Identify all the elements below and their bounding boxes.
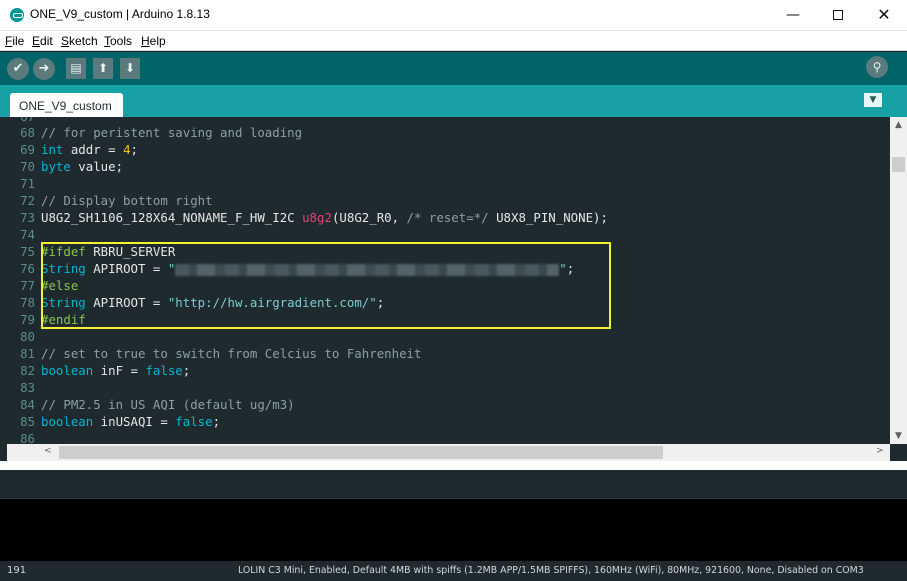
message-area [0,470,907,499]
arrow-up-icon: ⬆ [97,61,109,75]
code-line: 84 // PM2.5 in US AQI (default ug/m3) [7,396,887,413]
tab-bar: ONE_V9_custom [0,85,907,117]
document-icon: ▤ [70,61,82,75]
arrow-right-icon: ➜ [38,61,50,76]
tab-label: ONE_V9_custom [19,99,112,113]
tab-menu-button[interactable]: ▼ [864,93,882,107]
open-sketch-button[interactable]: ⬆ [93,58,113,79]
code-editor[interactable]: 67 68// for peristent saving and loading… [7,117,890,444]
menu-tools[interactable]: Tools [104,34,132,48]
panel-divider[interactable] [0,461,907,470]
menu-file[interactable]: File [5,34,24,48]
menu-sketch[interactable]: Sketch [61,34,98,48]
code-text: // for peristent saving and loading [41,125,303,140]
code-text: U8G2_SH1106_128X64_NONAME_F_HW_I2C u8g2(… [41,210,608,225]
highlight-annotation-box [41,242,611,329]
code-text: // set to true to switch from Celcius to… [41,346,422,361]
checkmark-icon: ✔ [12,61,24,76]
line-number: 68 [20,125,35,140]
code-line: 70 byte value; [7,158,887,175]
upload-button[interactable]: ➜ [33,58,55,80]
code-line: 68 // for peristent saving and loading [7,124,887,141]
new-sketch-button[interactable]: ▤ [66,58,86,79]
minimize-button[interactable]: — [770,0,816,31]
line-number: 86 [20,431,35,444]
code-text: // PM2.5 in US AQI (default ug/m3) [41,397,295,412]
serial-monitor-button[interactable]: ⚲ [866,56,888,78]
horizontal-scroll-thumb[interactable] [59,446,663,459]
code-text: boolean inUSAQI = false; [41,414,221,429]
code-line: 81 // set to true to switch from Celcius … [7,345,887,362]
scroll-down-icon[interactable]: ▼ [890,431,907,441]
line-number: 74 [20,227,35,242]
code-line: 71 [7,175,887,192]
menu-help[interactable]: Help [141,34,166,48]
line-number: 72 [20,193,35,208]
status-bar: 191 LOLIN C3 Mini, Enabled, Default 4MB … [0,561,907,581]
line-number: 77 [20,278,35,293]
line-number: 76 [20,261,35,276]
code-text: byte value; [41,159,124,174]
line-number: 81 [20,346,35,361]
code-line: 82 boolean inF = false; [7,362,887,379]
maximize-button[interactable] [815,0,861,31]
scroll-left-icon[interactable]: < [44,446,52,456]
menu-bar: File Edit Sketch Tools Help [0,31,907,51]
horizontal-scrollbar[interactable]: < > [7,444,890,461]
title-bar: ONE_V9_custom | Arduino 1.8.13 — ✕ [0,0,907,31]
code-line: 69 int addr = 4; [7,141,887,158]
code-line: 80 [7,328,887,345]
scroll-up-icon[interactable]: ▲ [890,120,907,130]
line-number: 71 [20,176,35,191]
line-number: 85 [20,414,35,429]
line-number: 69 [20,142,35,157]
line-number: 70 [20,159,35,174]
cursor-line-number: 191 [7,565,27,576]
arrow-down-icon: ⬇ [124,61,136,75]
code-line: 72 // Display bottom right [7,192,887,209]
code-line: 86 [7,430,887,444]
save-sketch-button[interactable]: ⬇ [120,58,140,79]
vertical-scroll-thumb[interactable] [892,157,905,172]
vertical-scrollbar[interactable]: ▲ ▼ [890,117,907,444]
code-text: boolean inF = false; [41,363,191,378]
menu-edit[interactable]: Edit [32,34,53,48]
line-number: 78 [20,295,35,310]
magnifier-icon: ⚲ [872,60,882,74]
line-number: 80 [20,329,35,344]
line-number: 73 [20,210,35,225]
line-number: 75 [20,244,35,259]
toolbar: ✔ ➜ ▤ ⬆ ⬇ [0,52,907,85]
code-line: 73 U8G2_SH1106_128X64_NONAME_F_HW_I2C u8g… [7,209,887,226]
line-number: 79 [20,312,35,327]
board-info: LOLIN C3 Mini, Enabled, Default 4MB with… [238,565,864,576]
tab-one-v9-custom[interactable]: ONE_V9_custom [10,93,123,117]
close-button[interactable]: ✕ [861,0,907,31]
line-number: 83 [20,380,35,395]
code-line: 83 [7,379,887,396]
code-text: // Display bottom right [41,193,213,208]
code-line: 74 [7,226,887,243]
code-line: 85 boolean inUSAQI = false; [7,413,887,430]
console-output[interactable] [0,499,907,561]
line-number: 82 [20,363,35,378]
line-number: 84 [20,397,35,412]
scroll-right-icon[interactable]: > [876,446,884,456]
code-text: int addr = 4; [41,142,139,157]
chevron-down-icon: ▼ [869,95,877,105]
maximize-icon [833,10,843,20]
arduino-logo-icon [10,8,24,22]
window-title: ONE_V9_custom | Arduino 1.8.13 [30,7,210,21]
verify-button[interactable]: ✔ [7,58,29,80]
